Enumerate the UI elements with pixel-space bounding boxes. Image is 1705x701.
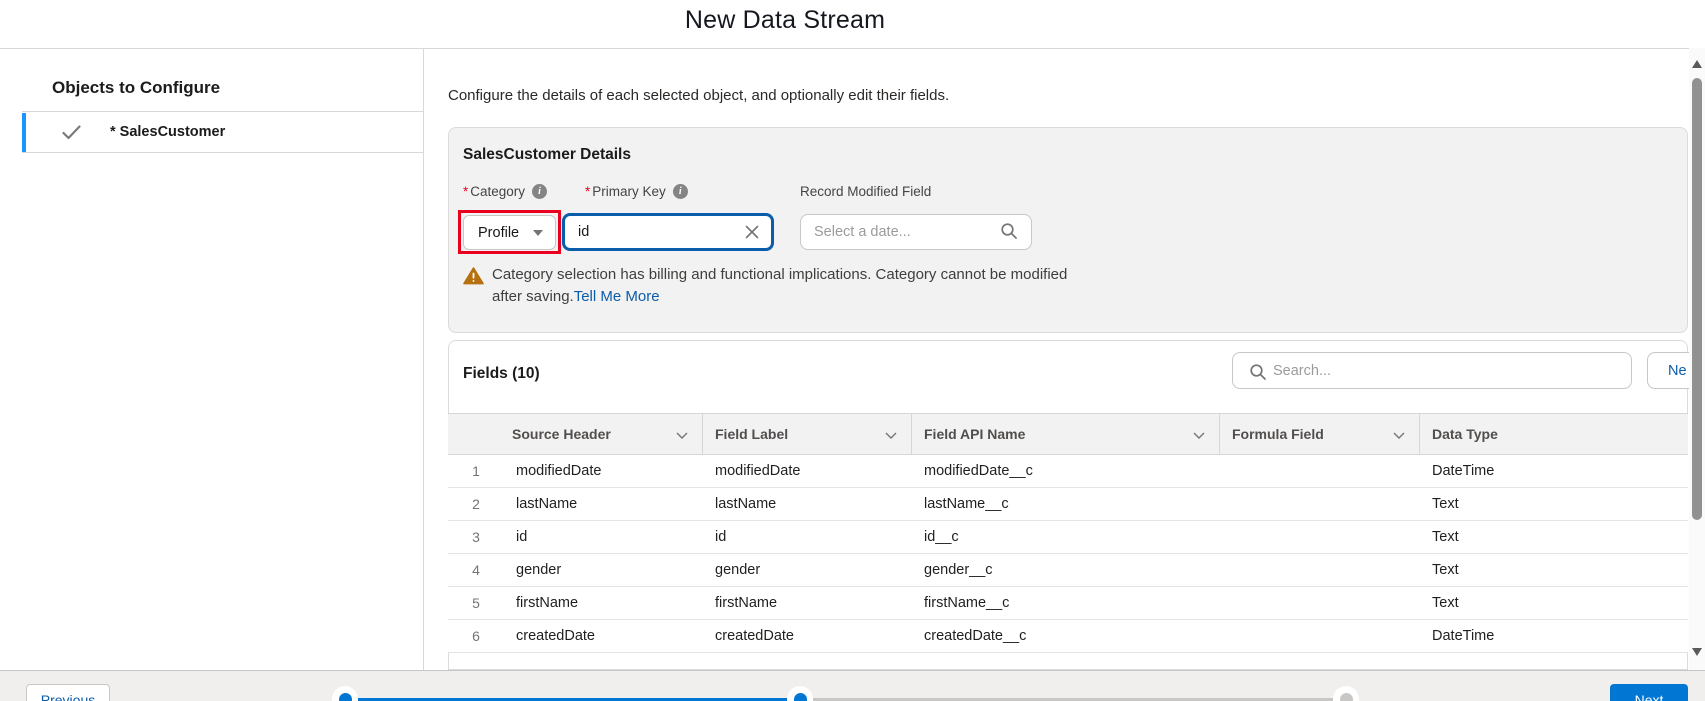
cell-formula-field	[1220, 620, 1420, 652]
column-header-field-api-name[interactable]: Field API Name	[912, 414, 1220, 454]
progress-step-upcoming	[1340, 693, 1353, 701]
required-asterisk: *	[585, 184, 590, 199]
sidebar-item-label: * SalesCustomer	[110, 124, 225, 140]
cell-field-label: modifiedDate	[703, 455, 912, 487]
header-divider	[0, 48, 1689, 49]
primary-key-info-icon[interactable]: i	[673, 184, 688, 199]
details-heading: SalesCustomer Details	[463, 146, 631, 164]
table-row: 1 modifiedDate modifiedDate modifiedDate…	[448, 455, 1688, 488]
search-icon	[1249, 363, 1267, 386]
chevron-down-icon[interactable]	[1193, 426, 1205, 442]
clear-icon[interactable]	[742, 222, 762, 242]
sidebar-divider	[22, 152, 423, 153]
cell-source-header: lastName	[504, 488, 703, 520]
check-icon	[62, 125, 81, 145]
sidebar-main-divider	[423, 48, 424, 670]
table-row: 4 gender gender gender__c Text	[448, 554, 1688, 587]
cell-field-label: id	[703, 521, 912, 553]
scrollbar-thumb[interactable]	[1692, 78, 1702, 520]
progress-step-current	[794, 693, 807, 701]
category-selected-value: Profile	[478, 225, 519, 241]
row-number: 5	[448, 587, 504, 619]
scroll-up-arrow[interactable]	[1692, 60, 1702, 68]
record-modified-label: Record Modified Field	[800, 184, 931, 199]
primary-key-label: *Primary Key i	[585, 184, 688, 199]
chevron-down-icon[interactable]	[676, 426, 688, 442]
row-number: 1	[448, 455, 504, 487]
progress-line-upcoming	[813, 698, 1333, 701]
row-number: 2	[448, 488, 504, 520]
cell-field-api-name: firstName__c	[912, 587, 1220, 619]
cell-field-api-name: gender__c	[912, 554, 1220, 586]
table-row: 3 id id id__c Text	[448, 521, 1688, 554]
selected-indicator-bar	[22, 113, 26, 152]
table-header-row: Source Header Field Label Field API Name…	[448, 413, 1688, 455]
cell-source-header: gender	[504, 554, 703, 586]
column-header-field-label[interactable]: Field Label	[703, 414, 912, 454]
cell-data-type: DateTime	[1420, 620, 1688, 652]
row-number: 3	[448, 521, 504, 553]
cell-data-type: Text	[1420, 554, 1688, 586]
cell-data-type: DateTime	[1420, 455, 1688, 487]
cell-field-label: createdDate	[703, 620, 912, 652]
configure-description: Configure the details of each selected o…	[448, 87, 949, 104]
wizard-footer: Previous Next	[0, 670, 1705, 701]
next-button[interactable]: Next	[1610, 684, 1688, 701]
scroll-down-arrow[interactable]	[1692, 648, 1702, 656]
column-header-source-header[interactable]: Source Header	[448, 414, 703, 454]
cell-field-label: firstName	[703, 587, 912, 619]
cell-source-header: firstName	[504, 587, 703, 619]
table-row: 6 createdDate createdDate createdDate__c…	[448, 620, 1688, 653]
fields-table: Source Header Field Label Field API Name…	[448, 413, 1688, 653]
search-icon	[1000, 222, 1018, 245]
chevron-down-icon	[533, 230, 543, 236]
new-data-stream-window: New Data Stream Objects to Configure * S…	[0, 0, 1705, 701]
cell-source-header: id	[504, 521, 703, 553]
fields-search-box	[1232, 352, 1632, 389]
progress-line-completed	[358, 698, 787, 701]
table-row: 2 lastName lastName lastName__c Text	[448, 488, 1688, 521]
category-info-icon[interactable]: i	[532, 184, 547, 199]
cell-formula-field	[1220, 488, 1420, 520]
cell-data-type: Text	[1420, 587, 1688, 619]
page-title: New Data Stream	[0, 6, 1570, 35]
cell-field-api-name: modifiedDate__c	[912, 455, 1220, 487]
fields-heading: Fields (10)	[463, 365, 540, 383]
cell-formula-field	[1220, 521, 1420, 553]
row-number: 6	[448, 620, 504, 652]
warning-text-line1: Category selection has billing and funct…	[492, 266, 1067, 283]
progress-step-done	[339, 693, 352, 701]
chevron-down-icon[interactable]	[885, 426, 897, 442]
cell-source-header: createdDate	[504, 620, 703, 652]
previous-button[interactable]: Previous	[26, 684, 110, 701]
cell-field-api-name: createdDate__c	[912, 620, 1220, 652]
column-header-data-type[interactable]: Data Type	[1420, 414, 1688, 454]
tell-me-more-link[interactable]: Tell Me More	[574, 288, 660, 305]
table-row: 5 firstName firstName firstName__c Text	[448, 587, 1688, 620]
vertical-scrollbar	[1689, 48, 1705, 670]
chevron-down-icon[interactable]	[1393, 426, 1405, 442]
category-label: *Category i	[463, 184, 547, 199]
cell-formula-field	[1220, 587, 1420, 619]
sidebar-item-salescustomer[interactable]: * SalesCustomer	[22, 112, 423, 153]
cell-source-header: modifiedDate	[504, 455, 703, 487]
cell-field-label: lastName	[703, 488, 912, 520]
record-modified-date-input[interactable]	[800, 214, 1032, 250]
cell-field-api-name: lastName__c	[912, 488, 1220, 520]
cell-field-api-name: id__c	[912, 521, 1220, 553]
warning-icon	[463, 267, 484, 290]
fields-search-input[interactable]	[1273, 354, 1623, 387]
cell-formula-field	[1220, 554, 1420, 586]
row-number: 4	[448, 554, 504, 586]
cell-data-type: Text	[1420, 521, 1688, 553]
column-header-formula-field[interactable]: Formula Field	[1220, 414, 1420, 454]
required-asterisk: *	[463, 184, 468, 199]
category-dropdown[interactable]: Profile	[463, 215, 556, 250]
warning-text-line2: after saving.Tell Me More	[492, 288, 660, 305]
objects-to-configure-heading: Objects to Configure	[52, 78, 220, 98]
cell-data-type: Text	[1420, 488, 1688, 520]
cell-formula-field	[1220, 455, 1420, 487]
cell-field-label: gender	[703, 554, 912, 586]
